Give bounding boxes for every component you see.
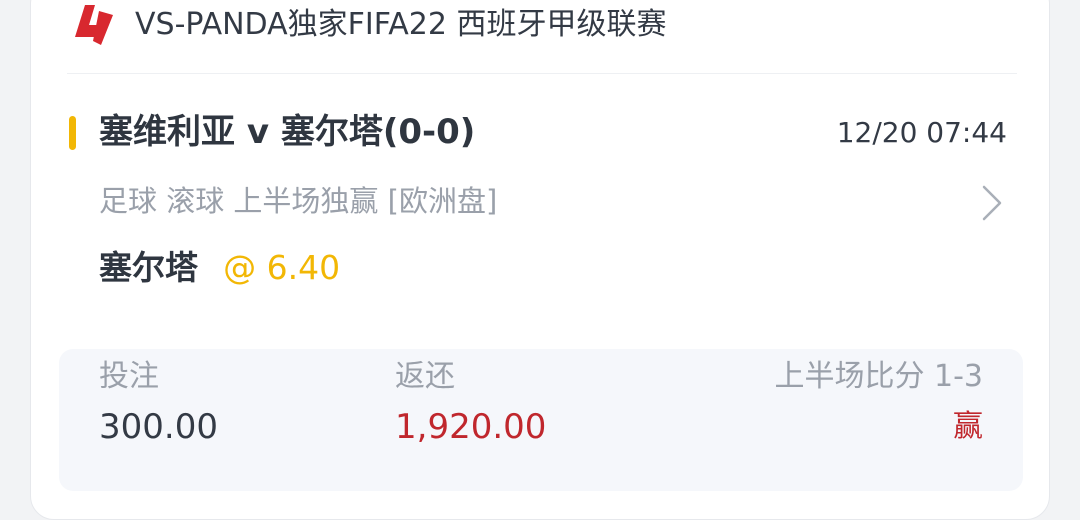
result-badge: 赢 — [953, 409, 983, 444]
laliga-logo-icon — [75, 5, 113, 45]
selection-row: 塞尔塔 @ 6.40 — [99, 245, 340, 291]
match-time: 12/20 07:44 — [836, 116, 1007, 149]
return-label: 返还 — [395, 359, 455, 394]
accent-bar — [69, 116, 76, 150]
bet-market-info: 足球 滚球 上半场独赢 [欧洲盘] — [99, 184, 498, 218]
selection-odds: @ 6.40 — [223, 248, 341, 287]
result-column: 上半场比分 1-3 赢 — [623, 349, 1023, 491]
bet-card[interactable]: VS-PANDA独家FIFA22 西班牙甲级联赛 塞维利亚 v 塞尔塔(0-0)… — [30, 0, 1050, 520]
chevron-right-icon[interactable] — [981, 184, 1003, 222]
return-column: 返还 1,920.00 — [59, 349, 659, 491]
league-header: VS-PANDA独家FIFA22 西班牙甲级联赛 — [31, 1, 1051, 75]
halftime-score-label: 上半场比分 1-3 — [774, 359, 983, 394]
return-value: 1,920.00 — [395, 407, 547, 447]
league-title: VS-PANDA独家FIFA22 西班牙甲级联赛 — [135, 7, 667, 42]
selection-name: 塞尔塔 — [99, 248, 198, 287]
match-title: 塞维利亚 v 塞尔塔(0-0) — [99, 112, 476, 152]
bet-summary: 投注 300.00 返还 1,920.00 上半场比分 1-3 赢 — [59, 349, 1023, 491]
divider — [67, 73, 1017, 74]
